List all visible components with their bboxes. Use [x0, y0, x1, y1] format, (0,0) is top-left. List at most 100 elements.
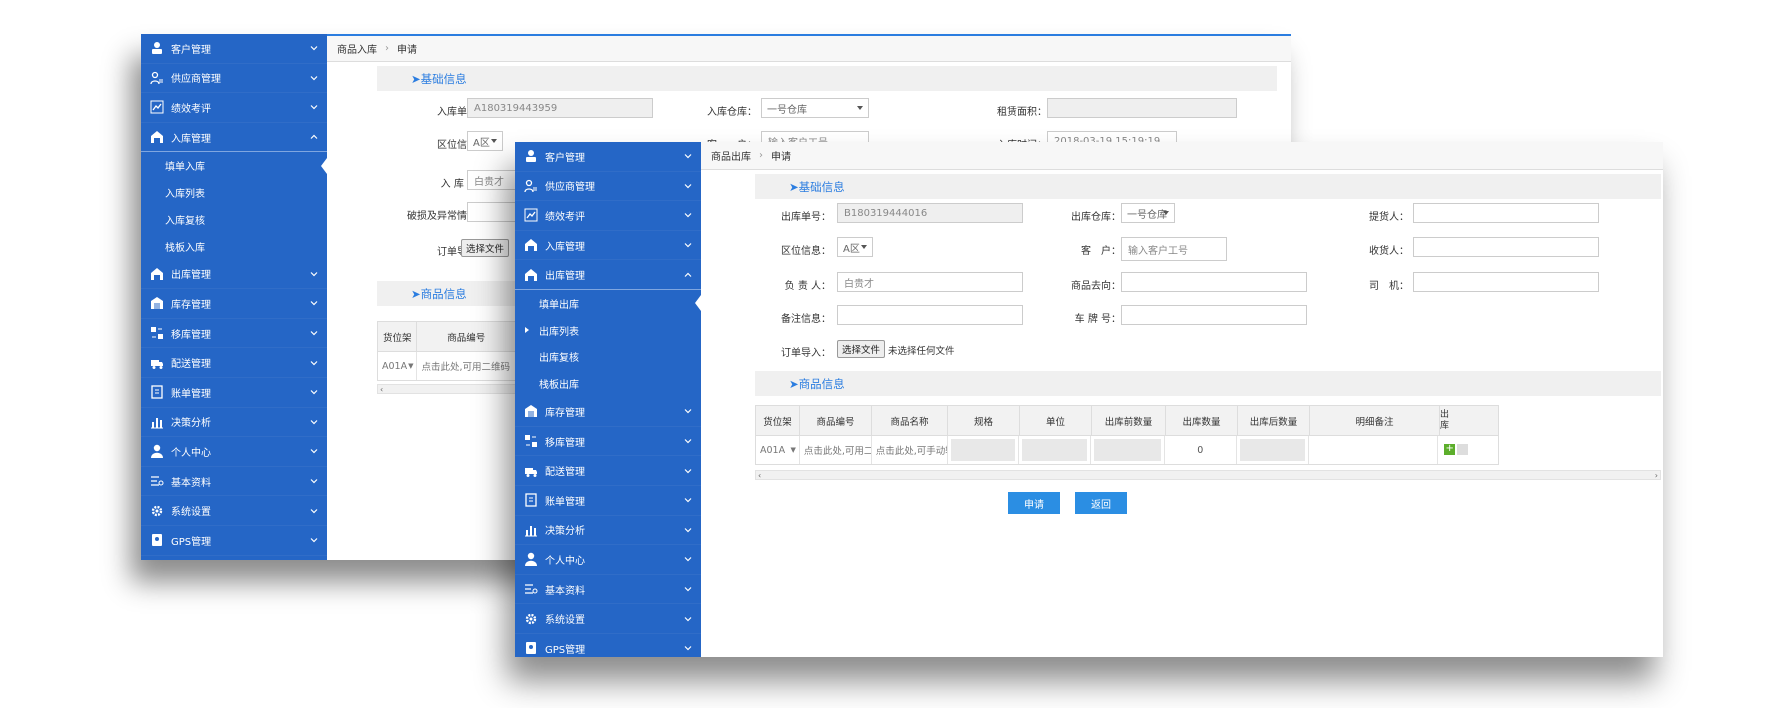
- sidebar-item-8[interactable]: 账单管理: [141, 378, 327, 408]
- sidebar-item-1[interactable]: 供应商管理: [515, 172, 701, 202]
- shelf-select[interactable]: A01A ▼: [378, 352, 418, 380]
- product-name-cell[interactable]: 点击此处,可手动输入: [872, 436, 948, 464]
- sidebar-item-6[interactable]: 移库管理: [515, 427, 701, 457]
- chevron-down-icon: ▼: [790, 446, 796, 454]
- field-label: 负 责 人：: [784, 281, 831, 292]
- scroll-left-icon[interactable]: ‹: [758, 471, 761, 480]
- direction-input[interactable]: [1121, 272, 1307, 292]
- sidebar-item-11[interactable]: 基本资料: [141, 467, 327, 497]
- sidebar-item-13[interactable]: GPS管理: [141, 526, 327, 556]
- warehouse-select[interactable]: 一号仓库: [761, 98, 869, 118]
- receiver-input[interactable]: [1413, 237, 1599, 257]
- sidebar-item-label: GPS管理: [171, 536, 212, 548]
- warehouse-select[interactable]: 一号仓库: [1121, 203, 1175, 223]
- field-label: 出库单号：: [781, 212, 831, 223]
- choose-file-button[interactable]: 选择文件: [837, 340, 886, 358]
- row-actions: +: [1438, 436, 1498, 464]
- choose-file-button[interactable]: 选择文件: [461, 239, 510, 257]
- delivery-icon: [149, 356, 165, 370]
- sidebar-item-7[interactable]: 配送管理: [141, 348, 327, 378]
- table-row: A01A ▼ 点击此处,可用二维码 点击此处,可手动输入 0 +: [756, 436, 1498, 464]
- breadcrumb-item[interactable]: 商品出库: [711, 148, 751, 163]
- sidebar-item-0[interactable]: 客户管理: [141, 34, 327, 64]
- sidebar-item-5[interactable]: 库存管理: [141, 289, 327, 319]
- sidebar-item-2[interactable]: 绩效考评: [141, 93, 327, 123]
- sidebar-item-9[interactable]: 决策分析: [141, 408, 327, 438]
- sidebar-item-3[interactable]: 入库管理: [515, 231, 701, 261]
- sidebar-item-5[interactable]: 库存管理: [515, 397, 701, 427]
- sidebar-item-9[interactable]: 决策分析: [515, 516, 701, 546]
- sidebar-item-12[interactable]: 系统设置: [515, 604, 701, 634]
- breadcrumb-item[interactable]: 商品入库: [337, 41, 377, 56]
- settings-list-icon: [149, 474, 165, 488]
- plate-input[interactable]: [1121, 305, 1307, 325]
- add-row-icon[interactable]: +: [1444, 444, 1456, 455]
- zone-select[interactable]: A区: [837, 237, 873, 257]
- breadcrumb: 商品入库 › 申请: [327, 34, 1291, 62]
- submenu-item[interactable]: 入库复核: [141, 206, 327, 233]
- sidebar-item-7[interactable]: 配送管理: [515, 456, 701, 486]
- sidebar-item-0[interactable]: 客户管理: [515, 142, 701, 172]
- sidebar-item-8[interactable]: 账单管理: [515, 486, 701, 516]
- sidebar-item-4[interactable]: 出库管理: [515, 260, 701, 290]
- submenu-item[interactable]: 入库列表: [141, 179, 327, 206]
- horizontal-scrollbar[interactable]: ‹ ›: [755, 470, 1661, 480]
- submenu-item[interactable]: 填单出库: [515, 290, 701, 317]
- person-input[interactable]: 白贵才: [837, 272, 1023, 292]
- breadcrumb-separator: ›: [759, 150, 763, 161]
- product-code-cell[interactable]: 点击此处,可用二维码: [800, 436, 872, 464]
- remove-row-icon[interactable]: [1457, 444, 1469, 455]
- field-label: 客 户：: [1081, 246, 1121, 257]
- sidebar-item-10[interactable]: 个人中心: [515, 545, 701, 575]
- sidebar-item-1[interactable]: 供应商管理: [141, 64, 327, 94]
- submenu-item[interactable]: 栈板出库: [515, 370, 701, 397]
- scroll-left-icon[interactable]: ‹: [380, 385, 383, 394]
- sidebar-item-4[interactable]: 出库管理: [141, 260, 327, 290]
- file-status: 未选择任何文件: [888, 346, 955, 357]
- inventory-icon: [523, 404, 539, 418]
- zone-select[interactable]: A区: [467, 131, 503, 151]
- sidebar-item-2[interactable]: 绩效考评: [515, 201, 701, 231]
- driver-input[interactable]: [1413, 272, 1599, 292]
- field-label: 出库仓库：: [1071, 212, 1121, 223]
- area-field[interactable]: [1047, 98, 1237, 118]
- supplier-icon: [149, 71, 165, 85]
- select-value: 一号仓库: [767, 104, 807, 116]
- gps-icon: [149, 533, 165, 547]
- sidebar-item-6[interactable]: 移库管理: [141, 319, 327, 349]
- back-button[interactable]: 返回: [1075, 492, 1127, 514]
- sidebar-item-12[interactable]: 系统设置: [141, 496, 327, 526]
- warehouse-in-icon: [523, 238, 539, 252]
- sidebar-item-11[interactable]: 基本资料: [515, 575, 701, 605]
- delivery-icon: [523, 464, 539, 478]
- gear-icon: [523, 612, 539, 626]
- shelf-select[interactable]: A01A ▼: [756, 436, 800, 464]
- submenu-item[interactable]: 出库复核: [515, 344, 701, 371]
- submenu-item[interactable]: 栈板入库: [141, 233, 327, 260]
- submenu-item[interactable]: 填单入库: [141, 152, 327, 179]
- picker-input[interactable]: [1413, 203, 1599, 223]
- product-code-cell[interactable]: 点击此处,可用二维码: [417, 352, 516, 380]
- bar-chart-icon: [149, 415, 165, 429]
- sidebar-item-label: 个人中心: [545, 555, 585, 567]
- submit-button[interactable]: 申请: [1008, 492, 1060, 514]
- scroll-right-icon[interactable]: ›: [1655, 471, 1658, 480]
- sidebar-item-label: 客户管理: [545, 152, 585, 164]
- detail-remark-input[interactable]: [1309, 436, 1439, 464]
- goods-grid: 货位架 商品编号 A01A ▼ 点击此处,可用二维码: [377, 321, 517, 381]
- column-header: 商品编号: [417, 322, 516, 351]
- sidebar-item-label: 入库管理: [171, 133, 211, 145]
- before-qty-cell: [1091, 436, 1165, 464]
- sidebar-item-13[interactable]: GPS管理: [515, 634, 701, 657]
- gear-icon: [149, 504, 165, 518]
- outbound-qty-input[interactable]: 0: [1165, 436, 1237, 464]
- horizontal-scrollbar[interactable]: ‹: [377, 384, 517, 394]
- chevron-down-icon: ▼: [408, 362, 414, 370]
- chevron-down-icon: [1163, 211, 1169, 215]
- sidebar-item-label: 配送管理: [171, 359, 211, 371]
- customer-input[interactable]: 输入客户工号: [1121, 237, 1227, 261]
- sidebar-item-10[interactable]: 个人中心: [141, 437, 327, 467]
- sidebar-item-3[interactable]: 入库管理: [141, 123, 327, 153]
- remark-input[interactable]: [837, 305, 1023, 325]
- submenu-item[interactable]: 出库列表: [515, 317, 701, 344]
